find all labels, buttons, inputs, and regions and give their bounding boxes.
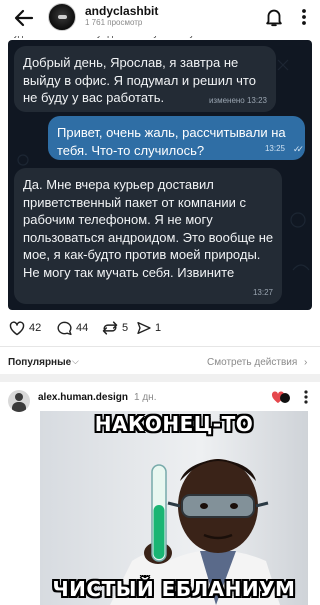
message-time: изменено 13:23 — [208, 96, 267, 106]
comment-count: 44 — [76, 322, 89, 334]
comment-time: 1 дн. — [134, 392, 157, 403]
divider — [0, 346, 320, 347]
message-outgoing: Привет, очень жаль, рассчитывали на тебя… — [48, 116, 305, 160]
channel-avatar[interactable] — [48, 3, 76, 31]
top-bar: andyclashbit 1 761 просмотр — [0, 0, 320, 36]
share-icon — [137, 322, 151, 335]
view-count: 1 761 просмотр — [85, 18, 143, 27]
message-time: 13:27 — [252, 288, 273, 298]
comment-icon — [57, 321, 72, 336]
reaction-icon[interactable] — [271, 389, 291, 405]
heart-icon — [9, 321, 25, 336]
like-count: 42 — [29, 322, 42, 334]
see-actions-link[interactable]: Смотреть действия — [207, 357, 297, 368]
share-button[interactable]: 1 — [136, 319, 161, 337]
bell-icon[interactable] — [263, 6, 285, 28]
commenter-avatar[interactable] — [8, 390, 30, 412]
message-incoming: Да. Мне вчера курьер доставил приветстве… — [14, 168, 282, 304]
chevron-right-icon[interactable]: › — [304, 357, 307, 368]
chat-screenshot[interactable]: Добрый день, Ярослав, я завтра не выйду … — [8, 40, 312, 310]
comment-button[interactable]: 44 — [56, 319, 88, 337]
double-check-icon: ✓✓ — [292, 143, 304, 154]
meme-image[interactable]: НАКОНЕЦ-ТО ЧИСТЫЙ ЕБЛАНИУМ — [40, 411, 308, 605]
meme-caption-bottom: ЧИСТЫЙ ЕБЛАНИУМ — [52, 577, 296, 601]
repost-button[interactable]: 5 — [101, 319, 128, 337]
post-reactions: 42 44 5 1 — [0, 316, 320, 340]
message-text: Да. Мне вчера курьер доставил приветстве… — [23, 177, 274, 280]
like-button[interactable]: 42 — [8, 319, 41, 337]
channel-name[interactable]: andyclashbit — [85, 4, 158, 18]
message-time: 13:25 — [264, 144, 285, 154]
repost-count: 5 — [122, 322, 129, 334]
more-vertical-icon[interactable] — [296, 6, 312, 28]
share-count: 1 — [155, 322, 162, 334]
chevron-down-icon[interactable]: ⌵ — [72, 356, 79, 367]
meme-caption-top: НАКОНЕЦ-ТО — [94, 412, 254, 436]
comments-sort-label[interactable]: Популярные — [8, 357, 71, 368]
commenter-name[interactable]: alex.human.design — [38, 392, 128, 403]
meme-picture — [40, 411, 308, 605]
section-divider — [0, 374, 320, 382]
more-vertical-icon[interactable] — [299, 389, 313, 405]
repost-icon — [102, 321, 118, 335]
message-incoming: Добрый день, Ярослав, я завтра не выйду … — [14, 46, 276, 112]
message-text: Привет, очень жаль, рассчитывали на тебя… — [57, 125, 286, 158]
arrow-left-icon[interactable] — [12, 6, 36, 30]
